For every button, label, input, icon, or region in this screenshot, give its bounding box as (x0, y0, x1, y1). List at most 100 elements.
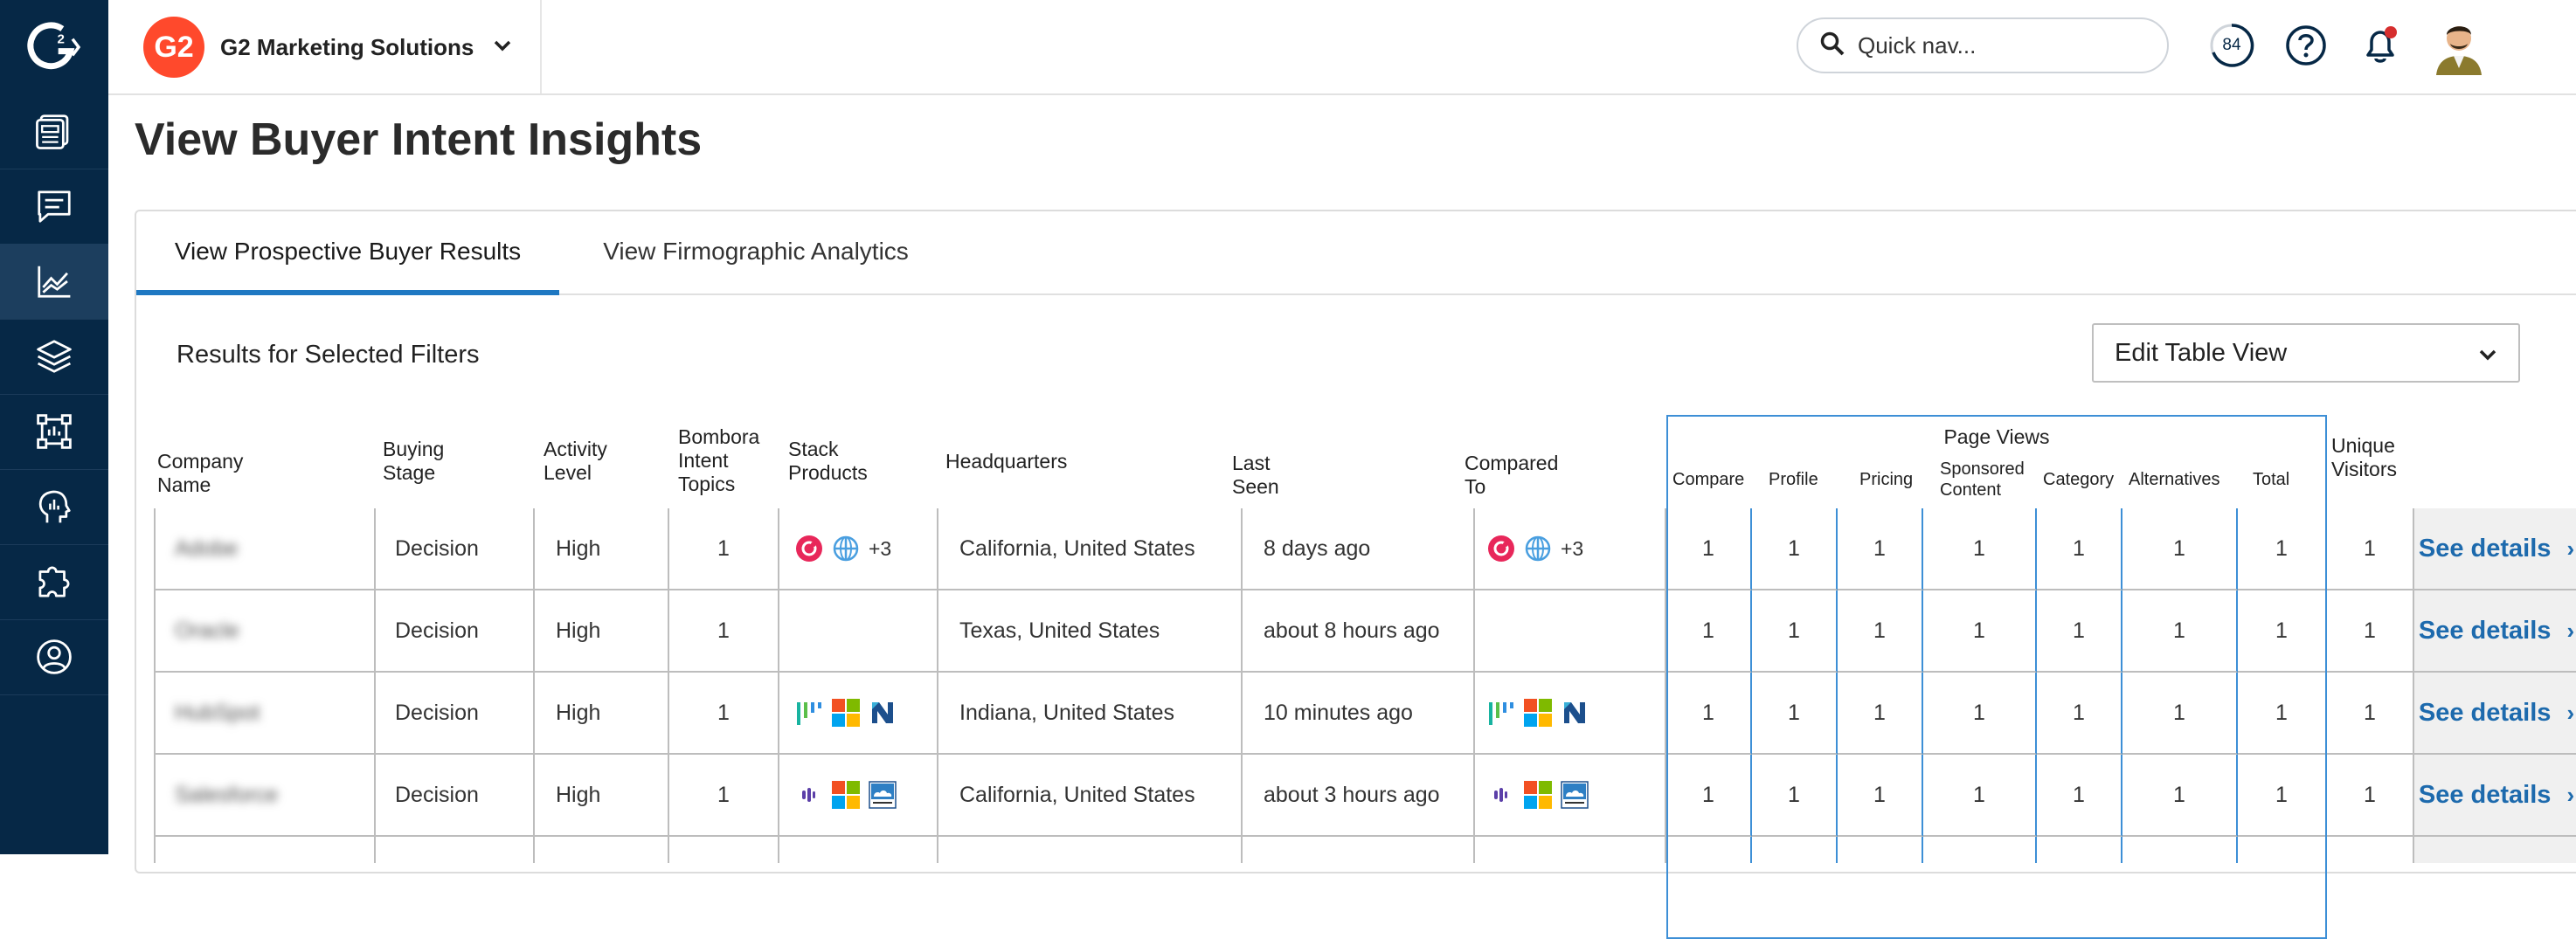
buying-stage-value: Decision (395, 700, 479, 725)
header-headquarters[interactable]: Headquarters (945, 450, 1067, 473)
pv-category-value: 1 (2073, 535, 2085, 561)
pv-pricing-value: 1 (1873, 618, 1886, 643)
see-details-cell[interactable] (2414, 837, 2576, 863)
score-badge-value: 84 (2222, 36, 2241, 54)
chevron-right-icon: › (2566, 781, 2575, 808)
last-seen-value: 8 days ago (1264, 535, 1371, 561)
microsoft-logo-icon (832, 699, 860, 727)
quick-nav-input[interactable] (1856, 31, 2148, 60)
sidebar-item-analytics[interactable] (0, 244, 108, 320)
header-bombora-intent-topics[interactable]: Bombora Intent Topics (678, 425, 759, 496)
activity-level-value: High (556, 782, 601, 807)
pv-total-cell: 1 (2238, 508, 2327, 590)
buying-stage-value: Decision (395, 618, 479, 643)
sidebar-item-dashboard[interactable] (0, 93, 108, 169)
active-tab-indicator (136, 290, 559, 295)
sidebar-item-reviews[interactable] (0, 169, 108, 245)
stack-products-cell[interactable] (779, 673, 938, 755)
compared-to-cell (1475, 837, 1666, 863)
header-buying-stage[interactable]: Buying Stage (383, 438, 444, 485)
compared-to-cell[interactable] (1475, 755, 1666, 837)
header-compared-to[interactable]: Compared To (1465, 452, 1558, 499)
microsoft-logo-icon (1524, 781, 1552, 809)
org-switcher[interactable]: G2 G2 Marketing Solutions (143, 16, 512, 79)
header-line: Stage (383, 461, 436, 484)
last-seen-value: 10 minutes ago (1264, 700, 1413, 725)
pv-total-cell: 1 (2238, 590, 2327, 673)
company-cell[interactable] (154, 837, 376, 863)
header-pv-alternatives[interactable]: Alternatives (2129, 469, 2220, 490)
bell-icon[interactable] (2356, 21, 2405, 70)
sidebar-item-profile[interactable] (0, 619, 108, 695)
activity-level-value: High (556, 700, 601, 725)
see-details-button[interactable]: See details › (2414, 673, 2576, 755)
pv-compare-cell: 1 (1666, 590, 1752, 673)
layers-icon (37, 340, 72, 373)
tab-firmographic-analytics[interactable]: View Firmographic Analytics (559, 238, 952, 295)
sidebar-item-layers[interactable] (0, 319, 108, 395)
bombora-cell: 1 (669, 673, 779, 755)
more-compared-count: +3 (1561, 536, 1584, 560)
activity-level-cell: High (535, 673, 669, 755)
see-details-button[interactable]: See details › (2414, 755, 2576, 837)
see-details-button[interactable]: See details › (2414, 590, 2576, 673)
header-pv-sponsored-content[interactable]: Sponsored Content (1940, 459, 2025, 501)
company-cell[interactable]: Adobe (154, 508, 376, 590)
company-cell[interactable]: Salesforce (154, 755, 376, 837)
header-line: Bombora (678, 425, 760, 448)
header-pv-category[interactable]: Category (2043, 469, 2114, 490)
company-name: Salesforce (175, 782, 279, 807)
header-pv-total[interactable]: Total (2253, 469, 2289, 490)
see-details-button[interactable]: See details › (2414, 508, 2576, 590)
compared-to-cell[interactable] (1475, 673, 1666, 755)
tab-prospective-buyer-results[interactable]: View Prospective Buyer Results (136, 238, 559, 295)
pv-category-cell: 1 (2037, 673, 2122, 755)
help-icon[interactable] (2282, 21, 2330, 70)
svg-text:2: 2 (58, 31, 65, 46)
pv-total-value: 1 (2275, 618, 2288, 643)
header-company-name[interactable]: Company Name (157, 450, 243, 497)
pv-alternatives-value: 1 (2173, 782, 2185, 807)
purple-bars-logo-icon (802, 788, 815, 802)
activity-level-value: High (556, 535, 601, 561)
frame-icon (37, 414, 72, 449)
activity-level-cell: High (535, 590, 669, 673)
stack-products-cell[interactable] (779, 755, 938, 837)
header-pv-pricing[interactable]: Pricing (1859, 469, 1913, 490)
header-last-seen[interactable]: Last Seen (1232, 452, 1279, 499)
pv-sponsored-cell: 1 (1923, 590, 2037, 673)
pv-alternatives-value: 1 (2173, 618, 2185, 643)
activity-level-cell (535, 837, 669, 863)
edit-table-view-dropdown[interactable]: Edit Table View (2092, 323, 2520, 383)
globe-logo-icon (833, 535, 859, 562)
sidebar-item-insights[interactable] (0, 469, 108, 545)
quick-nav-search[interactable] (1797, 17, 2169, 73)
header-line: Content (1940, 480, 2002, 500)
see-details-label: See details (2418, 780, 2552, 809)
buying-stage-cell (376, 837, 535, 863)
last-seen-cell (1243, 837, 1475, 863)
avatar[interactable] (2429, 16, 2489, 75)
header-unique-visitors[interactable]: Unique Visitors (2331, 434, 2397, 481)
header-pv-profile[interactable]: Profile (1769, 469, 1818, 490)
g2-logo-icon[interactable]: 2 (0, 0, 108, 93)
sidebar-item-frame[interactable] (0, 394, 108, 470)
compared-to-cell[interactable]: +3 (1475, 508, 1666, 590)
sidebar-item-integrations[interactable] (0, 544, 108, 620)
header-stack-products[interactable]: Stack Products (788, 438, 868, 485)
last-seen-cell: 10 minutes ago (1243, 673, 1475, 755)
cloud-logo-icon (869, 781, 897, 809)
pv-total-cell (2238, 837, 2327, 863)
pv-profile-cell: 1 (1752, 508, 1838, 590)
pv-profile-cell: 1 (1752, 673, 1838, 755)
edit-table-view-label: Edit Table View (2115, 338, 2288, 367)
company-cell[interactable]: Oracle (154, 590, 376, 673)
unique-visitors-value: 1 (2364, 535, 2376, 561)
pv-category-value: 1 (2073, 782, 2085, 807)
header-pv-compare[interactable]: Compare (1672, 469, 1744, 490)
header-activity-level[interactable]: Activity Level (544, 438, 607, 485)
bombora-value: 1 (717, 700, 730, 725)
stack-products-cell[interactable]: +3 (779, 508, 938, 590)
company-cell[interactable]: HubSpot (154, 673, 376, 755)
score-badge-icon[interactable]: 84 (2207, 21, 2256, 70)
